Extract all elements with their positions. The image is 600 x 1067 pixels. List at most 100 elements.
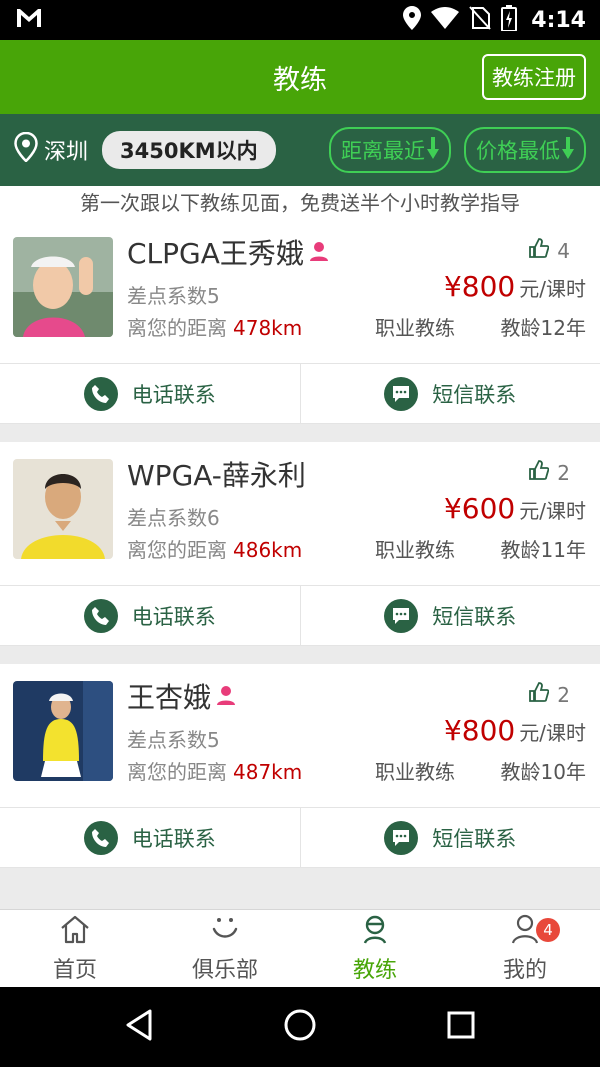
phone-contact-button[interactable]: 电话联系 — [0, 808, 300, 867]
notification-badge: 4 — [536, 918, 560, 942]
distance-label: 离您的距离 — [127, 538, 227, 562]
location-icon — [403, 6, 422, 34]
home-icon — [59, 914, 91, 950]
handicap: 差点系数5 — [127, 284, 220, 308]
sms-contact-label: 短信联系 — [432, 382, 517, 407]
thumbs-up-icon — [529, 682, 550, 707]
tab-home[interactable]: 首页 — [0, 910, 150, 987]
location-pin-icon — [14, 131, 38, 168]
job-title: 职业教练 — [375, 760, 455, 784]
coach-name: WPGA-薛永利 — [127, 454, 306, 494]
promo-banner: 第一次跟以下教练见面，免费送半个小时教学指导 — [0, 186, 600, 220]
tab-club[interactable]: 俱乐部 — [150, 910, 300, 987]
smile-icon — [209, 914, 241, 950]
back-icon[interactable] — [124, 1009, 154, 1045]
likes-count: 4 — [557, 238, 570, 263]
price-value: ¥800 — [443, 714, 516, 747]
arrow-down-icon — [427, 136, 439, 164]
sms-contact-button[interactable]: 短信联系 — [299, 364, 600, 423]
phone-contact-label: 电话联系 — [131, 826, 216, 851]
coach-name-text: WPGA-薛永利 — [127, 459, 306, 492]
range-selector[interactable]: 3450KM以内 — [102, 131, 276, 169]
price-unit: 元/课时 — [519, 499, 586, 523]
phone-icon — [83, 376, 118, 411]
female-coach-icon — [308, 236, 330, 269]
price-value: ¥800 — [443, 270, 516, 303]
phone-contact-button[interactable]: 电话联系 — [0, 586, 300, 645]
teaching-years: 教龄11年 — [500, 538, 586, 562]
thumbs-up-icon — [529, 238, 550, 263]
tab-mine[interactable]: 我的 4 — [450, 910, 600, 987]
arrow-down-icon — [562, 136, 574, 164]
gmail-icon — [16, 8, 42, 32]
distance: 离您的距离 478km — [127, 312, 302, 341]
distance-label: 离您的距离 — [127, 316, 227, 340]
page-title: 教练 — [273, 64, 327, 96]
price: ¥800 元/课时 — [444, 714, 586, 747]
job-title: 职业教练 — [375, 538, 455, 562]
message-icon — [384, 820, 419, 855]
sms-contact-label: 短信联系 — [432, 826, 517, 851]
likes[interactable]: 2 — [529, 682, 570, 707]
sort-price-button[interactable]: 价格最低 — [464, 127, 586, 173]
thumbs-up-icon — [529, 460, 550, 485]
female-coach-icon — [215, 680, 237, 713]
sort-price-label: 价格最低 — [476, 139, 560, 163]
price: ¥800 元/课时 — [444, 270, 586, 303]
coach-icon — [359, 914, 391, 950]
coach-register-button[interactable]: 教练注册 — [482, 54, 586, 100]
price: ¥600 元/课时 — [444, 492, 586, 525]
phone-icon — [83, 820, 118, 855]
phone-contact-label: 电话联系 — [131, 604, 216, 629]
likes[interactable]: 4 — [529, 238, 570, 263]
coach-name-text: CLPGA王秀娥 — [127, 237, 304, 270]
distance: 离您的距离 486km — [127, 534, 302, 563]
price-value: ¥600 — [443, 492, 516, 525]
job-title: 职业教练 — [375, 316, 455, 340]
status-bar: 4:14 — [0, 0, 600, 40]
distance-value: 478km — [233, 316, 303, 340]
sort-distance-label: 距离最近 — [341, 139, 425, 163]
phone-contact-label: 电话联系 — [131, 382, 216, 407]
handicap: 差点系数5 — [127, 728, 220, 752]
message-icon — [384, 598, 419, 633]
filter-bar: 深圳 3450KM以内 距离最近 价格最低 — [0, 114, 600, 186]
handicap: 差点系数6 — [127, 506, 220, 530]
price-unit: 元/课时 — [519, 277, 586, 301]
sms-contact-button[interactable]: 短信联系 — [299, 586, 600, 645]
bottom-tab-bar: 首页 俱乐部 教练 我的 4 — [0, 909, 600, 987]
distance: 离您的距离 487km — [127, 756, 302, 785]
coach-avatar — [13, 459, 113, 559]
coach-card[interactable]: 王杏娥 2 差点系数5 ¥800 元/课时 离您的距离 487km 职业教练 教龄… — [0, 664, 600, 868]
distance-value: 486km — [233, 538, 303, 562]
message-icon — [384, 376, 419, 411]
status-time: 4:14 — [531, 7, 586, 33]
sms-contact-label: 短信联系 — [432, 604, 517, 629]
city-selector[interactable]: 深圳 — [14, 131, 88, 168]
coach-avatar — [13, 237, 113, 337]
phone-icon — [83, 598, 118, 633]
tab-home-label: 首页 — [52, 957, 97, 983]
recents-icon[interactable] — [446, 1010, 476, 1044]
no-sim-icon — [469, 6, 492, 34]
coach-card[interactable]: WPGA-薛永利 2 差点系数6 ¥600 元/课时 离您的距离 486km 职业… — [0, 442, 600, 646]
price-unit: 元/课时 — [519, 721, 586, 745]
battery-icon — [501, 5, 518, 35]
likes[interactable]: 2 — [529, 460, 570, 485]
tab-coach[interactable]: 教练 — [300, 910, 450, 987]
sort-distance-button[interactable]: 距离最近 — [329, 127, 451, 173]
coach-name: CLPGA王秀娥 — [127, 232, 330, 272]
coach-card[interactable]: CLPGA王秀娥 4 差点系数5 ¥800 元/课时 离您的距离 478km 职业… — [0, 220, 600, 424]
phone-contact-button[interactable]: 电话联系 — [0, 364, 300, 423]
teaching-years: 教龄10年 — [500, 760, 586, 784]
teaching-years: 教龄12年 — [500, 316, 586, 340]
distance-label: 离您的距离 — [127, 760, 227, 784]
likes-count: 2 — [557, 460, 570, 485]
home-circle-icon[interactable] — [283, 1008, 317, 1046]
likes-count: 2 — [557, 682, 570, 707]
sms-contact-button[interactable]: 短信联系 — [299, 808, 600, 867]
tab-coach-label: 教练 — [352, 957, 397, 983]
coach-avatar — [13, 681, 113, 781]
tab-mine-label: 我的 — [502, 957, 547, 983]
system-nav-bar — [0, 987, 600, 1067]
